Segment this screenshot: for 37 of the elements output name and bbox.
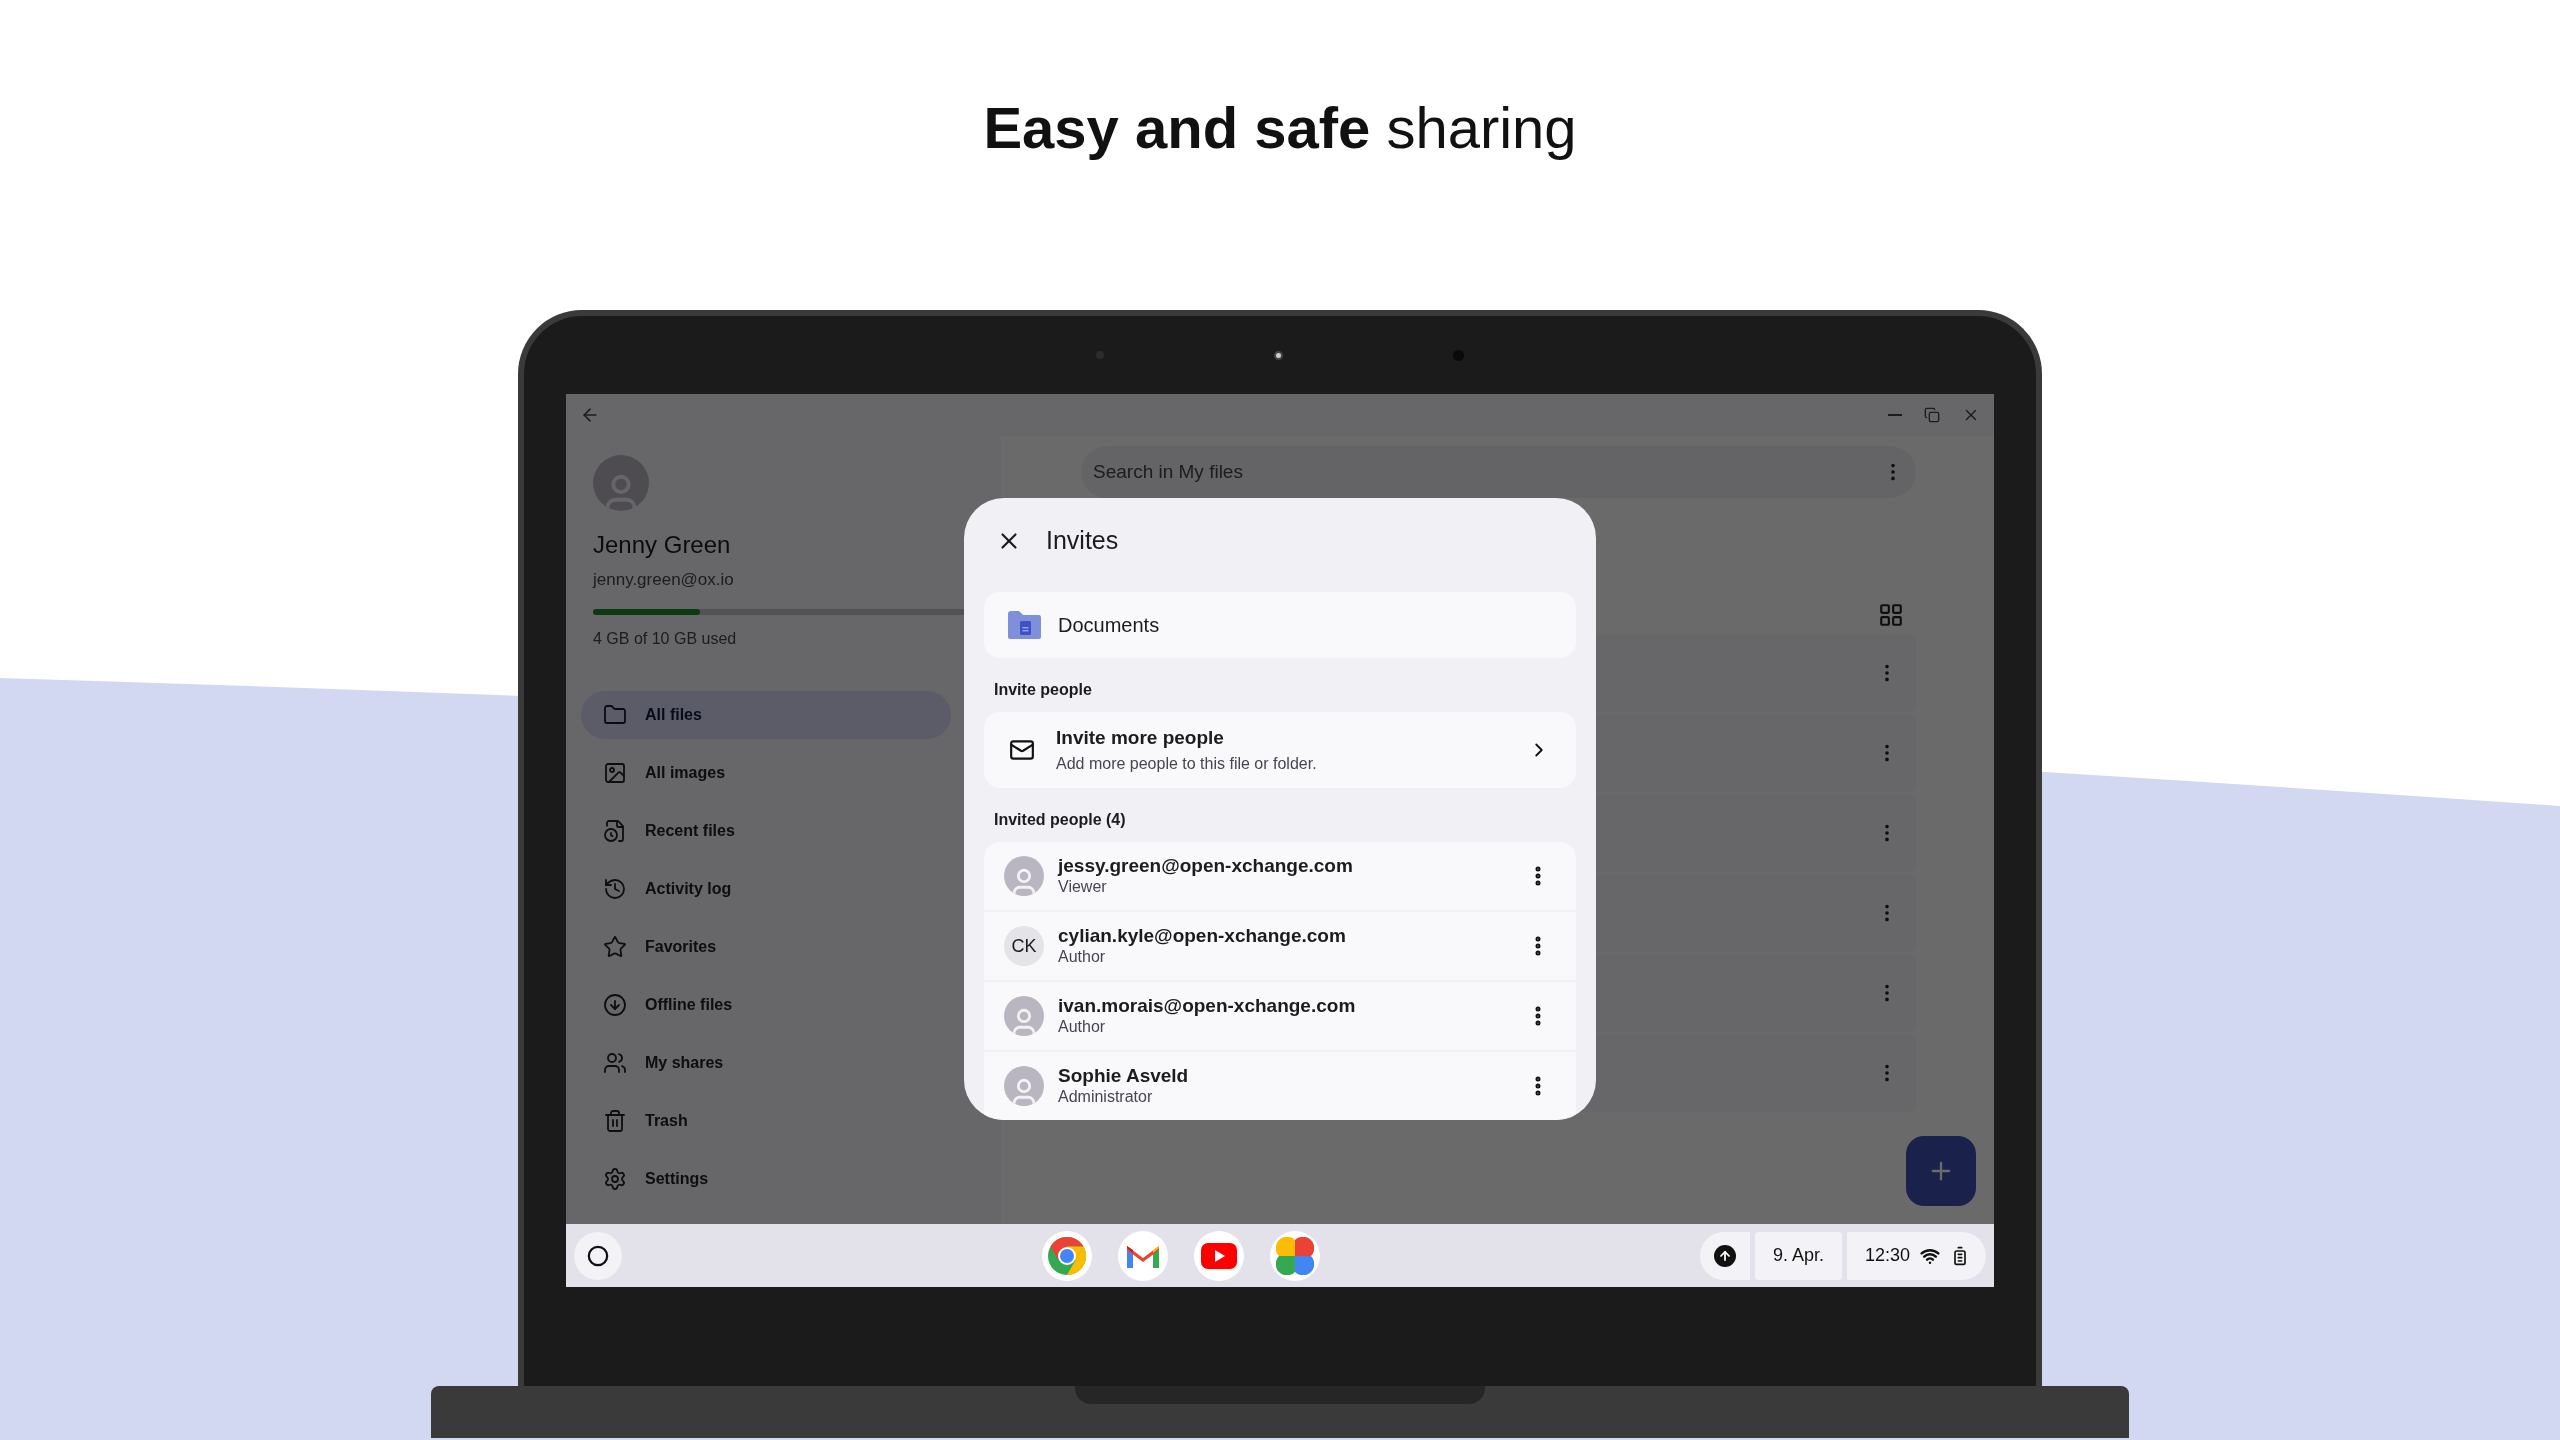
nav-item[interactable]: Trash [581,1096,951,1145]
nav-item[interactable]: Activity log [581,864,951,913]
person-row[interactable]: CK cylian.kyle@open-xchange.com Author [984,912,1576,980]
person-role: Viewer [1058,877,1108,897]
search-input[interactable]: Search in My files [1093,457,1882,487]
nav-item[interactable]: All files [581,690,951,739]
person-row[interactable]: jessy.green@open-xchange.com Viewer [984,842,1576,910]
nav-item[interactable]: Offline files [581,980,951,1029]
person-avatar: CK [1004,926,1044,966]
nav-item[interactable]: Favorites [581,922,951,971]
person-role: Author [1058,1017,1107,1037]
storage-usage: 4 GB of 10 GB used [593,628,738,649]
headline: Easy and safe sharing [983,94,1577,162]
person-name: cylian.kyle@open-xchange.com [1058,925,1347,946]
person-name: jessy.green@open-xchange.com [1058,855,1354,876]
nav-item[interactable]: My shares [581,1038,951,1087]
dialog-title: Invites [1046,525,1119,557]
person-row[interactable]: Sophie Asveld Administrator [984,1052,1576,1120]
nav-item[interactable]: Recent files [581,806,951,855]
invite-more-button[interactable]: Invite more people Add more people to this file or folder. [984,712,1576,788]
nav-item[interactable]: All images [581,748,951,797]
person-role: Administrator [1058,1087,1154,1107]
person-row[interactable]: ivan.morais@open-xchange.com Author [984,982,1576,1050]
profile-email: jenny.green@ox.io [593,569,735,591]
person-name: Sophie Asveld [1058,1065,1190,1086]
profile-name: Jenny Green [593,530,732,560]
person-name: ivan.morais@open-xchange.com [1058,995,1357,1016]
shared-item-name: Documents [1058,613,1160,638]
date-button[interactable]: 9. Apr. [1754,1231,1842,1280]
status-area[interactable]: 12:30 [1846,1231,1986,1280]
section-label: Invited people (4) [993,810,1127,828]
invite-subtitle: Add more people to this file or folder. [1056,754,1318,775]
nav-item[interactable]: Settings [581,1154,951,1203]
section-label: Invite people [993,680,1093,696]
invite-title: Invite more people [1056,725,1225,750]
person-role: Author [1058,947,1107,967]
search-field[interactable]: Search in My files [1081,446,1916,498]
